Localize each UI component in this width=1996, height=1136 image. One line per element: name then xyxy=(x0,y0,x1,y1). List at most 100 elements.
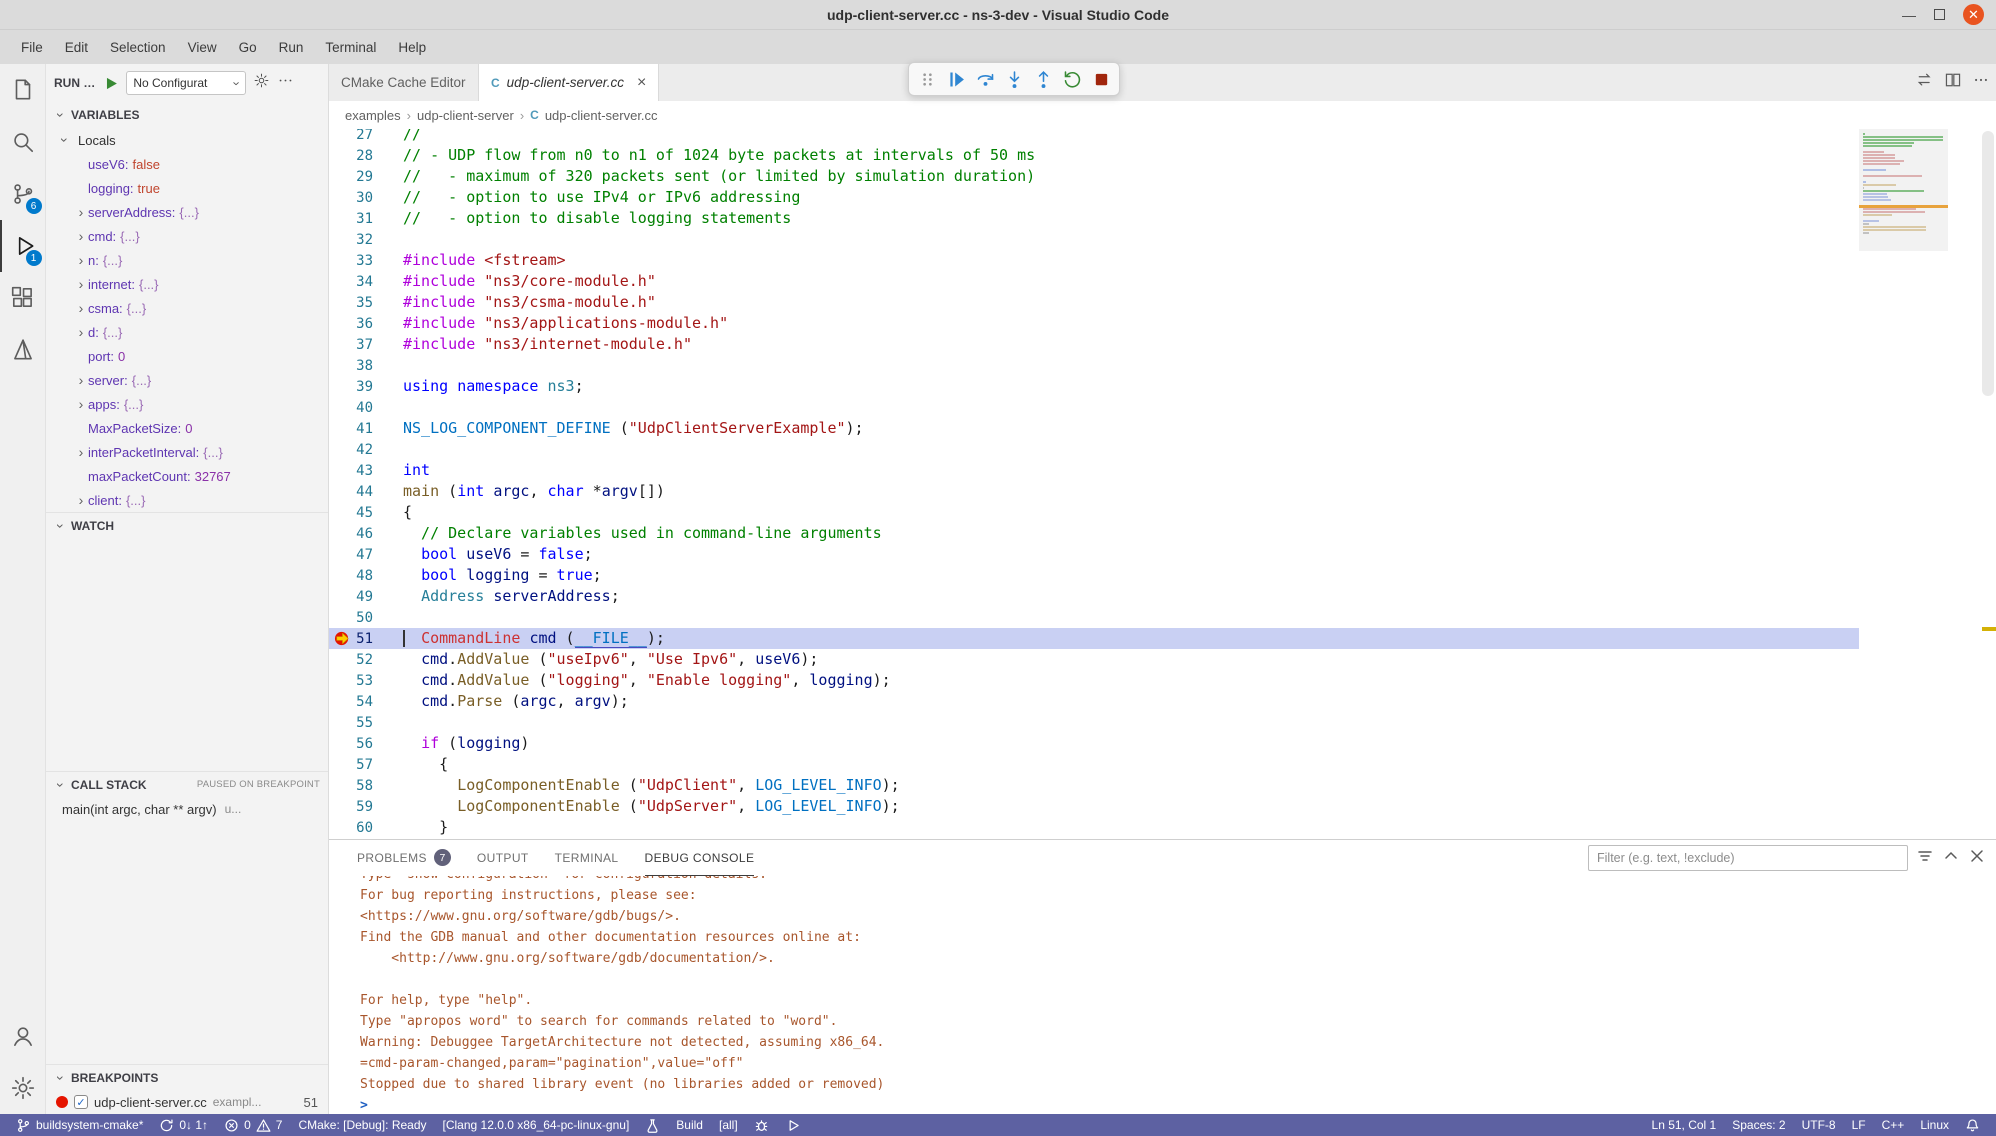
line-number[interactable]: 57 xyxy=(329,755,393,776)
restore-icon[interactable] xyxy=(1934,9,1945,20)
line-number[interactable]: 60 xyxy=(329,818,393,839)
stop-icon[interactable] xyxy=(1088,66,1114,92)
variable-row[interactable]: maxPacketCount:32767 xyxy=(46,464,328,488)
line-number[interactable]: 40 xyxy=(329,398,393,419)
line-number[interactable]: 39 xyxy=(329,377,393,398)
close-panel-icon[interactable] xyxy=(1968,847,1986,870)
line-number[interactable]: 30 xyxy=(329,188,393,209)
code-line[interactable]: 61 xyxy=(329,838,1996,839)
indentation-item[interactable]: Spaces: 2 xyxy=(1724,1114,1793,1136)
extensions-icon[interactable] xyxy=(0,272,46,324)
code-line[interactable]: 41NS_LOG_COMPONENT_DEFINE ("UdpClientSer… xyxy=(329,418,1996,439)
remote-os-item[interactable]: Linux xyxy=(1912,1114,1957,1136)
line-number[interactable]: 58 xyxy=(329,776,393,797)
menu-selection[interactable]: Selection xyxy=(99,35,177,60)
variable-row[interactable]: ›server:{...} xyxy=(46,368,328,392)
breakpoint-row[interactable]: ✓ udp-client-server.cc exampl... 51 xyxy=(46,1090,328,1114)
menu-run[interactable]: Run xyxy=(268,35,315,60)
code-line[interactable]: 33#include <fstream> xyxy=(329,250,1996,271)
cmake-build-item[interactable]: Build xyxy=(668,1114,711,1136)
source-control-icon[interactable]: 6 xyxy=(0,168,46,220)
step-out-icon[interactable] xyxy=(1030,66,1056,92)
line-number[interactable]: 36 xyxy=(329,314,393,335)
line-number[interactable]: 44 xyxy=(329,482,393,503)
code-line[interactable]: 38 xyxy=(329,355,1996,376)
code-line[interactable]: 59 LogComponentEnable ("UdpServer", LOG_… xyxy=(329,796,1996,817)
filter-options-icon[interactable] xyxy=(1916,847,1934,870)
line-number[interactable]: 53 xyxy=(329,671,393,692)
encoding-item[interactable]: UTF-8 xyxy=(1794,1114,1844,1136)
variables-scope-row[interactable]: ›Locals xyxy=(46,128,328,152)
line-number[interactable]: 48 xyxy=(329,566,393,587)
code-line[interactable]: 57 { xyxy=(329,754,1996,775)
more-actions-icon[interactable] xyxy=(277,72,294,94)
code-line[interactable]: 35#include "ns3/csma-module.h" xyxy=(329,292,1996,313)
line-number[interactable]: 41 xyxy=(329,419,393,440)
restart-icon[interactable] xyxy=(1059,66,1085,92)
minimize-icon[interactable]: — xyxy=(1902,8,1916,22)
line-number[interactable]: 28 xyxy=(329,146,393,167)
breadcrumb[interactable]: examples › udp-client-server › C udp-cli… xyxy=(329,101,1996,129)
build-target-item[interactable]: [all] xyxy=(711,1114,746,1136)
line-number[interactable]: 55 xyxy=(329,713,393,734)
code-line[interactable]: 34#include "ns3/core-module.h" xyxy=(329,271,1996,292)
maximize-panel-icon[interactable] xyxy=(1942,847,1960,870)
code-line[interactable]: 43int xyxy=(329,460,1996,481)
code-editor[interactable]: 27//28// - UDP flow from n0 to n1 of 102… xyxy=(329,129,1996,839)
line-number[interactable]: 45 xyxy=(329,503,393,524)
variable-row[interactable]: ›serverAddress:{...} xyxy=(46,200,328,224)
menu-edit[interactable]: Edit xyxy=(54,35,99,60)
eol-item[interactable]: LF xyxy=(1844,1114,1874,1136)
overview-ruler[interactable] xyxy=(1948,129,1996,839)
tab-output[interactable]: OUTPUT xyxy=(477,840,529,876)
menu-file[interactable]: File xyxy=(10,35,54,60)
callstack-section-header[interactable]: › CALL STACK PAUSED ON BREAKPOINT xyxy=(46,771,328,797)
line-number[interactable]: 27 xyxy=(329,129,393,146)
code-line[interactable]: 40 xyxy=(329,397,1996,418)
code-line[interactable]: 53 cmd.AddValue ("logging", "Enable logg… xyxy=(329,670,1996,691)
tab-problems[interactable]: PROBLEMS 7 xyxy=(357,840,451,876)
close-tab-icon[interactable]: × xyxy=(637,74,646,92)
debug-settings-gear-icon[interactable] xyxy=(253,72,270,94)
scrollbar-slider[interactable] xyxy=(1982,131,1994,396)
line-number[interactable]: 34 xyxy=(329,272,393,293)
code-line[interactable]: 50 xyxy=(329,607,1996,628)
line-number[interactable]: 43 xyxy=(329,461,393,482)
line-number[interactable]: 50 xyxy=(329,608,393,629)
code-line[interactable]: 52 cmd.AddValue ("useIpv6", "Use Ipv6", … xyxy=(329,649,1996,670)
code-line[interactable]: 42 xyxy=(329,439,1996,460)
variable-row[interactable]: ›client:{...} xyxy=(46,488,328,512)
code-line[interactable]: 47 bool useV6 = false; xyxy=(329,544,1996,565)
callstack-frame[interactable]: main(int argc, char ** argv) u... xyxy=(46,797,328,821)
cmake-status-item[interactable]: CMake: [Debug]: Ready xyxy=(290,1114,434,1136)
menu-view[interactable]: View xyxy=(177,35,228,60)
breakpoint-checkbox[interactable]: ✓ xyxy=(74,1095,88,1109)
variable-row[interactable]: useV6:false xyxy=(46,152,328,176)
line-number[interactable]: 38 xyxy=(329,356,393,377)
cmake-kit-item[interactable]: [Clang 12.0.0 x86_64-pc-linux-gnu] xyxy=(435,1114,638,1136)
line-number[interactable]: 37 xyxy=(329,335,393,356)
variable-row[interactable]: ›interPacketInterval:{...} xyxy=(46,440,328,464)
debug-config-dropdown[interactable]: No Configurat› xyxy=(126,71,246,95)
code-line[interactable]: 44main (int argc, char *argv[]) xyxy=(329,481,1996,502)
code-line[interactable]: 49 Address serverAddress; xyxy=(329,586,1996,607)
toolbar-drag-handle[interactable] xyxy=(914,66,940,92)
code-line[interactable]: 58 LogComponentEnable ("UdpClient", LOG_… xyxy=(329,775,1996,796)
menu-terminal[interactable]: Terminal xyxy=(314,35,387,60)
line-number[interactable]: 54 xyxy=(329,692,393,713)
git-branch-item[interactable]: buildsystem-cmake* xyxy=(8,1114,151,1136)
menu-go[interactable]: Go xyxy=(228,35,268,60)
variable-row[interactable]: port:0 xyxy=(46,344,328,368)
debug-current-line-icon[interactable] xyxy=(334,630,351,647)
start-debug-icon[interactable] xyxy=(102,75,119,92)
account-icon[interactable] xyxy=(0,1010,46,1062)
run-debug-icon[interactable]: 1 xyxy=(0,220,46,272)
line-number[interactable]: 32 xyxy=(329,230,393,251)
code-line[interactable]: 30// - option to use IPv4 or IPv6 addres… xyxy=(329,187,1996,208)
line-number[interactable]: 29 xyxy=(329,167,393,188)
cmake-tools-icon[interactable] xyxy=(0,324,46,376)
variable-row[interactable]: ›apps:{...} xyxy=(46,392,328,416)
step-into-icon[interactable] xyxy=(1001,66,1027,92)
code-line[interactable]: 60 } xyxy=(329,817,1996,838)
variables-section-header[interactable]: › VARIABLES xyxy=(46,102,328,128)
